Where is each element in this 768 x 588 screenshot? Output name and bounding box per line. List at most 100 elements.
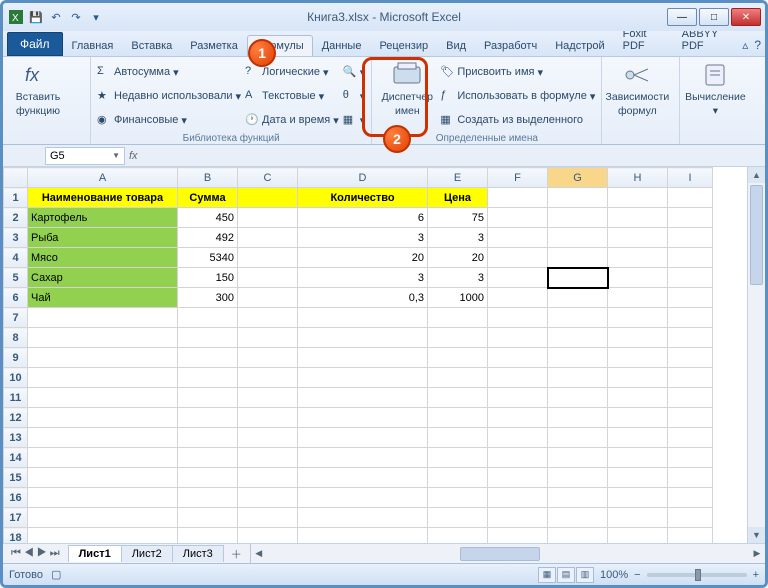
macro-record-icon[interactable]: ▢ <box>51 568 61 581</box>
cell-D1[interactable]: Количество <box>298 188 428 208</box>
cell-F12[interactable] <box>488 408 548 428</box>
cell-E13[interactable] <box>428 428 488 448</box>
col-header-C[interactable]: C <box>238 168 298 188</box>
row-header-18[interactable]: 18 <box>4 528 28 544</box>
cell-D6[interactable]: 0,3 <box>298 288 428 308</box>
more-functions-button[interactable]: ▦▾ <box>343 109 366 131</box>
cell-G10[interactable] <box>548 368 608 388</box>
cell-G9[interactable] <box>548 348 608 368</box>
cell-F6[interactable] <box>488 288 548 308</box>
cell-F3[interactable] <box>488 228 548 248</box>
cell-A6[interactable]: Чай <box>28 288 178 308</box>
cell-E11[interactable] <box>428 388 488 408</box>
maximize-button[interactable]: □ <box>699 8 729 26</box>
datetime-button[interactable]: 🕐Дата и время ▾ <box>245 109 339 131</box>
create-from-selection-button[interactable]: ▦Создать из выделенного <box>440 109 595 131</box>
cell-A2[interactable]: Картофель <box>28 208 178 228</box>
cell-A12[interactable] <box>28 408 178 428</box>
cell-C9[interactable] <box>238 348 298 368</box>
cell-I9[interactable] <box>668 348 713 368</box>
use-in-formula-button[interactable]: ƒИспользовать в формуле ▾ <box>440 85 595 107</box>
cell-H15[interactable] <box>608 468 668 488</box>
zoom-level[interactable]: 100% <box>600 569 628 581</box>
cell-D3[interactable]: 3 <box>298 228 428 248</box>
row-header-16[interactable]: 16 <box>4 488 28 508</box>
cell-H8[interactable] <box>608 328 668 348</box>
cell-A15[interactable] <box>28 468 178 488</box>
cell-I16[interactable] <box>668 488 713 508</box>
cell-B3[interactable]: 492 <box>178 228 238 248</box>
cell-B18[interactable] <box>178 528 238 544</box>
cell-G1[interactable] <box>548 188 608 208</box>
scroll-down-icon[interactable]: ▼ <box>748 527 765 543</box>
cell-G14[interactable] <box>548 448 608 468</box>
cell-B4[interactable]: 5340 <box>178 248 238 268</box>
cell-E2[interactable]: 75 <box>428 208 488 228</box>
cell-A14[interactable] <box>28 448 178 468</box>
row-header-17[interactable]: 17 <box>4 508 28 528</box>
minimize-ribbon-icon[interactable]: ▵ <box>742 38 748 52</box>
sheet-nav-buttons[interactable]: ⏮ ◀ ▶ ⏭ <box>3 547 68 560</box>
cell-I4[interactable] <box>668 248 713 268</box>
cell-E16[interactable] <box>428 488 488 508</box>
select-all-corner[interactable] <box>4 168 28 188</box>
qat-dropdown-icon[interactable]: ▾ <box>87 8 105 26</box>
recent-button[interactable]: ★Недавно использовали ▾ <box>97 85 241 107</box>
cell-G5[interactable] <box>548 268 608 288</box>
cell-I1[interactable] <box>668 188 713 208</box>
cell-F5[interactable] <box>488 268 548 288</box>
cell-B17[interactable] <box>178 508 238 528</box>
col-header-D[interactable]: D <box>298 168 428 188</box>
tab-insert[interactable]: Вставка <box>122 35 181 56</box>
sheet-tab-1[interactable]: Лист1 <box>68 545 122 562</box>
insert-function-button[interactable]: fx Вставить функцию <box>9 59 67 144</box>
cell-E6[interactable]: 1000 <box>428 288 488 308</box>
cell-B15[interactable] <box>178 468 238 488</box>
horizontal-scrollbar[interactable]: ◀ ▶ <box>250 544 765 563</box>
cell-B11[interactable] <box>178 388 238 408</box>
cell-E1[interactable]: Цена <box>428 188 488 208</box>
col-header-E[interactable]: E <box>428 168 488 188</box>
name-box[interactable]: G5 ▼ <box>45 147 125 165</box>
zoom-in-button[interactable]: + <box>753 569 759 581</box>
cell-A10[interactable] <box>28 368 178 388</box>
cell-F8[interactable] <box>488 328 548 348</box>
tab-review[interactable]: Рецензир <box>370 35 437 56</box>
autosum-button[interactable]: ΣАвтосумма ▾ <box>97 61 241 83</box>
cell-G11[interactable] <box>548 388 608 408</box>
tab-developer[interactable]: Разработч <box>475 35 546 56</box>
tab-view[interactable]: Вид <box>437 35 475 56</box>
cell-G17[interactable] <box>548 508 608 528</box>
cell-G8[interactable] <box>548 328 608 348</box>
cell-I6[interactable] <box>668 288 713 308</box>
cell-D14[interactable] <box>298 448 428 468</box>
help-icon[interactable]: ? <box>754 38 761 52</box>
cell-C6[interactable] <box>238 288 298 308</box>
cell-H11[interactable] <box>608 388 668 408</box>
cell-H14[interactable] <box>608 448 668 468</box>
cell-H5[interactable] <box>608 268 668 288</box>
cell-B10[interactable] <box>178 368 238 388</box>
cell-B14[interactable] <box>178 448 238 468</box>
text-button[interactable]: AТекстовые ▾ <box>245 85 339 107</box>
row-header-2[interactable]: 2 <box>4 208 28 228</box>
page-break-button[interactable]: ▥ <box>576 567 594 583</box>
cell-F4[interactable] <box>488 248 548 268</box>
row-header-7[interactable]: 7 <box>4 308 28 328</box>
cell-H7[interactable] <box>608 308 668 328</box>
cell-I10[interactable] <box>668 368 713 388</box>
cell-C12[interactable] <box>238 408 298 428</box>
row-header-6[interactable]: 6 <box>4 288 28 308</box>
col-header-I[interactable]: I <box>668 168 713 188</box>
cell-G2[interactable] <box>548 208 608 228</box>
cell-C13[interactable] <box>238 428 298 448</box>
col-header-F[interactable]: F <box>488 168 548 188</box>
cell-D11[interactable] <box>298 388 428 408</box>
col-header-A[interactable]: A <box>28 168 178 188</box>
cell-A1[interactable]: Наименование товара <box>28 188 178 208</box>
cell-G15[interactable] <box>548 468 608 488</box>
cell-H17[interactable] <box>608 508 668 528</box>
cell-I17[interactable] <box>668 508 713 528</box>
cell-D7[interactable] <box>298 308 428 328</box>
cell-G4[interactable] <box>548 248 608 268</box>
